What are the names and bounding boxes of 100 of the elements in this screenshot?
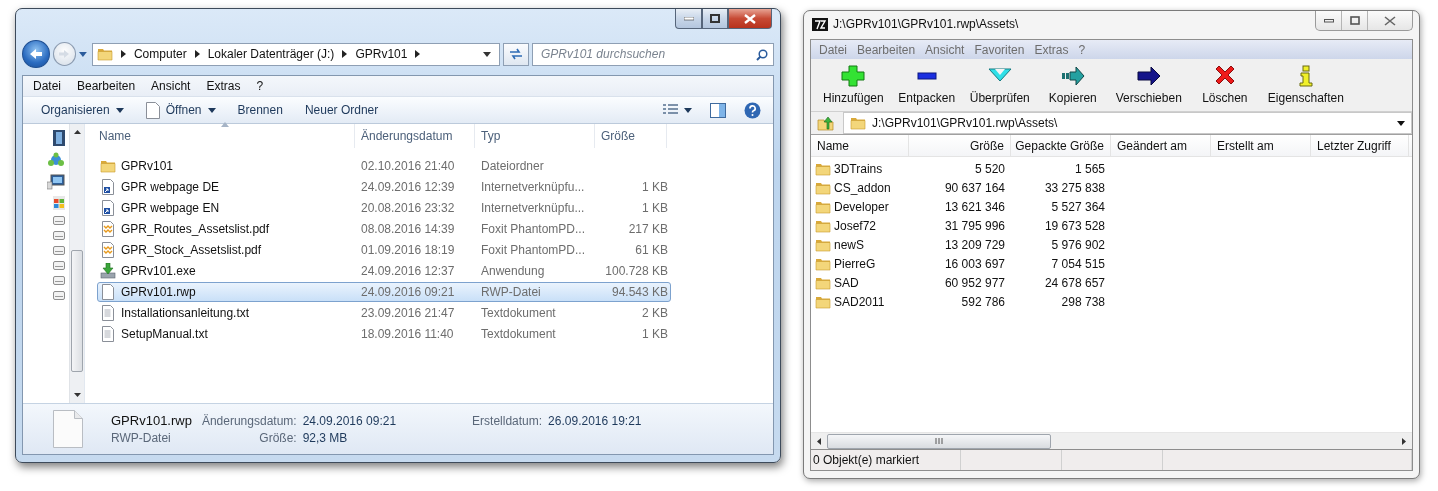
file-name: GPR_Stock_Assetslist.pdf: [121, 243, 262, 257]
column-header[interactable]: Gepackte Größe: [1011, 135, 1111, 156]
menu-item[interactable]: Ansicht: [920, 42, 970, 57]
drive-icon: [53, 291, 65, 300]
menu-item[interactable]: Extras: [198, 79, 249, 93]
file-row[interactable]: GPRv101.exe 24.09.2016 12:37 Anwendung 100.728 KB: [97, 261, 671, 281]
toolbar-button[interactable]: Löschen: [1189, 65, 1260, 105]
toolbar-button[interactable]: Eigenschaften: [1261, 65, 1350, 105]
toolbar-button[interactable]: Kopieren: [1037, 65, 1108, 105]
size-cell-text: 31 795 996: [943, 218, 1006, 233]
packed-size-cell-text: 19 673 528: [1043, 218, 1106, 233]
menu-item[interactable]: Favoriten: [969, 42, 1030, 57]
file-date: 24.09.2016 12:39: [360, 180, 456, 194]
file-row[interactable]: GPR webpage EN 20.08.2016 23:32 Internetverknüpfu... 1 KB: [97, 198, 671, 218]
toolbar-button[interactable]: Organisieren: [33, 99, 132, 121]
file-type: RWP-Datei: [480, 285, 542, 299]
search-field[interactable]: GPRv101 durchsuchen: [532, 42, 774, 66]
file-size: 217 KB: [627, 222, 669, 236]
status-text: 0 Objekt(e) markiert: [813, 453, 920, 467]
column-header[interactable]: Größe: [595, 124, 667, 148]
toolbar-button[interactable]: Öffnen: [137, 99, 224, 121]
close-button[interactable]: [728, 9, 772, 29]
chevron-icon: [342, 50, 348, 58]
column-header[interactable]: Geändert am: [1111, 135, 1211, 156]
minimize-icon: [1323, 18, 1334, 23]
column-header[interactable]: Erstellt am: [1211, 135, 1311, 156]
maximize-button[interactable]: [702, 9, 728, 29]
file-type: Textdokument: [480, 327, 557, 341]
column-header[interactable]: Typ: [475, 124, 595, 148]
file-row[interactable]: SetupManual.txt 18.09.2016 11:40 Textdokument 1 KB: [97, 324, 671, 344]
detail-label: Änderungsdatum:: [201, 414, 297, 428]
toolbar-button[interactable]: Verschieben: [1109, 65, 1188, 105]
file-name: GPRv101.rwp: [121, 285, 196, 299]
horizontal-scrollbar[interactable]: [811, 432, 1412, 449]
network-icon: [47, 152, 65, 168]
breadcrumb-item[interactable]: GPRv101: [355, 47, 408, 61]
breadcrumb-item[interactable]: Lokaler Datenträger (J:): [207, 47, 335, 61]
path-field[interactable]: J:\GPRv101\GPRv101.rwp\Assets\: [843, 112, 1412, 134]
document-icon: [145, 101, 160, 119]
file-size: 1 KB: [641, 327, 669, 341]
address-bar[interactable]: Computer Lokaler Datenträger (J:) GPRv101: [91, 42, 501, 66]
minimize-button[interactable]: [675, 9, 702, 29]
drive-icon: [53, 216, 65, 225]
menu-item[interactable]: Bearbeiten: [852, 42, 921, 57]
drive-icon: [53, 246, 65, 255]
column-header[interactable]: Name: [93, 124, 355, 148]
file-date: 08.08.2016 14:39: [360, 222, 456, 236]
vertical-scrollbar[interactable]: [69, 124, 84, 403]
plus-icon: [841, 65, 866, 87]
column-header[interactable]: Name: [811, 135, 909, 156]
installer-icon: [100, 263, 116, 279]
menu-item[interactable]: Bearbeiten: [69, 79, 144, 93]
file-date: 18.09.2016 11:40: [360, 327, 455, 341]
caret-icon: [115, 107, 124, 113]
caret-icon: [207, 107, 216, 113]
refresh-button[interactable]: [503, 42, 529, 66]
folder-name: newS: [834, 237, 865, 252]
toolbar-button[interactable]: Brennen: [229, 99, 291, 121]
file-row[interactable]: GPR_Stock_Assetslist.pdf 01.09.2016 18:19 Foxit PhantomPD... 61 KB: [97, 240, 671, 260]
chevron-icon: [415, 50, 421, 58]
chevron-icon: [120, 50, 126, 58]
column-header[interactable]: Größe: [909, 135, 1011, 156]
app-logo-icon: [812, 17, 828, 31]
menu-item[interactable]: Extras: [1029, 42, 1074, 57]
column-header[interactable]: Änderungsdatum: [355, 124, 475, 148]
toolbar-button[interactable]: Entpacken: [891, 65, 962, 105]
column-header[interactable]: Letzter Zugriff: [1311, 135, 1409, 156]
file-date: 24.09.2016 12:37: [360, 264, 456, 278]
minimize-icon: [683, 16, 694, 21]
back-button[interactable]: [22, 40, 50, 68]
menu-item[interactable]: ?: [248, 79, 272, 93]
folder-name: Josef72: [834, 218, 877, 233]
selected-file-name: GPRv101.rwp: [111, 413, 192, 428]
file-row[interactable]: GPRv101.rwp 24.09.2016 09:21 RWP-Datei 94.543 KB: [97, 282, 671, 302]
sort-arrow-icon: [221, 122, 229, 127]
file-icon: [53, 410, 83, 448]
file-name: GPRv101: [121, 159, 174, 173]
toolbar-button[interactable]: Hinzufügen: [817, 65, 890, 105]
folder-icon: [850, 115, 866, 131]
file-row[interactable]: GPR_Routes_Assetslist.pdf 08.08.2016 14:39 Foxit PhantomPD... 217 KB: [97, 219, 671, 239]
size-cell-text: 90 637 164: [943, 180, 1006, 195]
file-row[interactable]: Installationsanleitung.txt 23.09.2016 21:47 Textdokument 2 KB: [97, 303, 671, 323]
packed-size-cell-text: 298 738: [1060, 294, 1106, 309]
menu-item[interactable]: ?: [1073, 42, 1091, 57]
size-cell-text: 13 209 729: [943, 237, 1006, 252]
menu-item[interactable]: Ansicht: [143, 79, 199, 93]
breadcrumb-item[interactable]: Computer: [133, 47, 187, 61]
packed-size-cell-text: 24 678 657: [1043, 275, 1106, 290]
packed-size-cell-text: 1 565: [1073, 161, 1106, 176]
file-name: SetupManual.txt: [121, 327, 208, 341]
file-row[interactable]: GPRv101 02.10.2016 21:40 Dateiordner: [97, 156, 671, 176]
pdf-file-icon: [100, 242, 116, 258]
file-row[interactable]: GPR webpage DE 24.09.2016 12:39 Internetverknüpfu... 1 KB: [97, 177, 671, 197]
detail-value: 26.09.2016 19:21: [548, 414, 642, 428]
folder-name: PierreG: [834, 256, 876, 271]
menu-item[interactable]: Datei: [25, 79, 69, 93]
toolbar-button[interactable]: Überprüfen: [963, 65, 1036, 105]
toolbar-button[interactable]: Neuer Ordner: [296, 99, 387, 121]
menu-item[interactable]: Datei: [814, 42, 852, 57]
file-date: 01.09.2016 18:19: [360, 243, 456, 257]
